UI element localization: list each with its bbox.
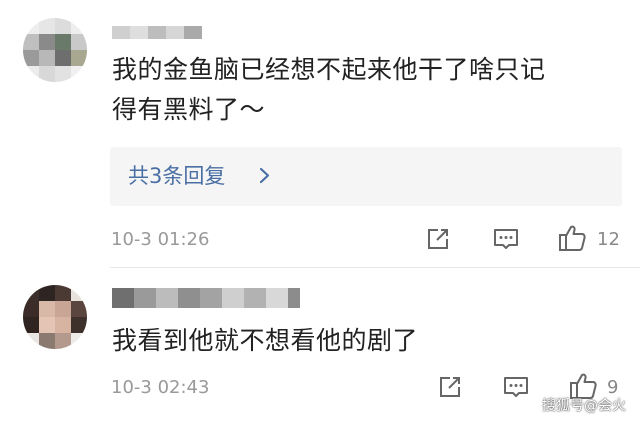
comment-item: 我的金鱼脑已经想不起来他干了啥只记 得有黑料了～ 共3条回复 10-3 01:2… — [0, 0, 640, 268]
replies-count-label: 共3条回复 — [128, 164, 226, 188]
chevron-right-icon — [259, 167, 270, 184]
comment-meta: 10-3 01:26 12 — [0, 220, 640, 260]
share-icon[interactable] — [437, 374, 463, 400]
like-count: 12 — [597, 229, 620, 250]
comment-text: 我的金鱼脑已经想不起来他干了啥只记 得有黑料了～ — [112, 50, 546, 130]
timestamp: 10-3 01:26 — [111, 229, 210, 250]
divider — [110, 267, 640, 268]
watermark: 搜狐号@会火 — [542, 398, 626, 414]
thumbs-up-icon[interactable] — [557, 223, 587, 253]
user-avatar[interactable] — [23, 285, 87, 349]
comment-icon[interactable] — [502, 374, 530, 400]
comment-text-line: 我看到他就不想看他的剧了 — [112, 326, 419, 355]
timestamp: 10-3 02:43 — [111, 377, 210, 398]
comment-text-line: 得有黑料了～ — [112, 95, 266, 124]
comment-icon[interactable] — [492, 226, 520, 252]
replies-link[interactable]: 共3条回复 — [110, 147, 622, 206]
username[interactable] — [112, 26, 202, 39]
username[interactable] — [112, 288, 300, 308]
user-avatar[interactable] — [23, 18, 87, 82]
comment-text: 我看到他就不想看他的剧了 — [112, 321, 418, 361]
share-icon[interactable] — [425, 226, 451, 252]
comment-text-line: 我的金鱼脑已经想不起来他干了啥只记 — [112, 55, 546, 84]
